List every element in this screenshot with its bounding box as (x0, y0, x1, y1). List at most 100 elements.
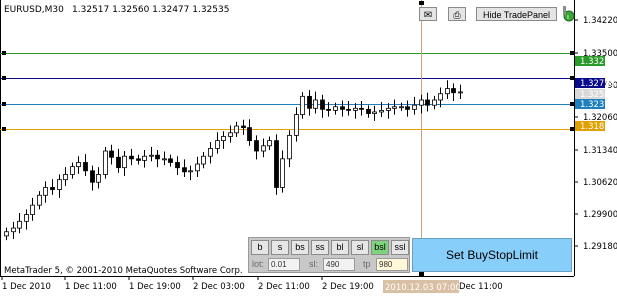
candle-body (372, 111, 377, 114)
candle-body (76, 162, 81, 168)
mail-button[interactable]: ✉ (419, 7, 437, 21)
candle-body (175, 162, 180, 169)
candle-body (122, 155, 127, 169)
candle-body (50, 187, 55, 190)
candle-body (162, 158, 167, 161)
level-line-handle[interactable] (570, 127, 574, 131)
order-type-button-bl[interactable]: bl (331, 240, 349, 255)
price-label-green: 1.33288 (580, 57, 615, 67)
tools-icon[interactable]: ı (561, 6, 575, 22)
candle-body (267, 140, 272, 147)
crosshair-top-marker[interactable] (419, 1, 424, 5)
candle-body (313, 99, 318, 109)
order-type-button-sl[interactable]: sl (351, 240, 369, 255)
order-type-button-bsl[interactable]: bsl (371, 240, 389, 255)
chart-window[interactable]: 1.34220 1.33500 1.32790 1.32060 1.31340 … (0, 0, 617, 295)
candle-body (405, 106, 410, 110)
candle-body (287, 134, 292, 160)
level-line-handle[interactable] (2, 127, 6, 131)
price-tick-label: 1.34220 (583, 16, 617, 26)
candle-body (438, 93, 443, 101)
candle-body (320, 99, 325, 110)
candle-body (129, 155, 134, 160)
order-type-button-b[interactable]: b (251, 240, 269, 255)
lot-field[interactable]: 0.01 (268, 258, 300, 271)
order-type-button-s[interactable]: s (271, 240, 289, 255)
candle-body (419, 99, 424, 106)
candle-body (116, 156, 121, 169)
level-line-handle[interactable] (570, 51, 574, 55)
candle-body (57, 179, 62, 190)
price-label-orange: 1.31818 (580, 122, 615, 132)
candle-body (399, 106, 404, 109)
candle-body (43, 187, 48, 196)
print-button[interactable]: ⎙ (448, 7, 466, 21)
hide-trade-panel-button[interactable]: Hide TradePanel (476, 7, 557, 21)
copyright-text: MetaTrader 5, © 2001-2010 MetaQuotes Sof… (4, 266, 243, 276)
tp-field[interactable]: 980 (376, 258, 408, 271)
candle-body (392, 106, 397, 109)
candle-body (425, 99, 430, 106)
candle-body (96, 174, 101, 183)
price-label-blue: 1.32308 (580, 100, 615, 110)
order-type-button-ss[interactable]: ss (311, 240, 329, 255)
candle-body (274, 140, 279, 188)
lot-label: lot: (252, 259, 265, 269)
tools-icon-graphic: ı (563, 6, 575, 22)
candle-body (208, 148, 213, 157)
candle-body (412, 104, 417, 110)
price-axis: 1.34220 1.33500 1.32790 1.32060 1.31340 … (574, 16, 617, 252)
time-tick-label: 2 Dec 11:00 (258, 282, 310, 292)
time-tick-label: 1 Dec 2010 (2, 282, 51, 292)
candle-body (4, 231, 9, 237)
tools-icon-glyph: ı (567, 13, 569, 21)
candle-body (155, 154, 160, 160)
crosshair-time-label: 2010.12.03 07:00 (385, 283, 461, 293)
candle-body (182, 167, 187, 173)
time-tick-label: 1 Dec 19:00 (129, 282, 181, 292)
time-tick-label: Dec 11:00 (459, 282, 503, 292)
candle-body (221, 136, 226, 142)
candle-body (70, 166, 75, 175)
time-tick-label: 1 Dec 11:00 (65, 282, 117, 292)
plot-background (0, 0, 574, 276)
order-type-button-bs[interactable]: bs (291, 240, 309, 255)
candle-body (201, 155, 206, 165)
candle-body (241, 125, 246, 128)
candle-body (63, 174, 68, 181)
level-line-handle[interactable] (570, 102, 574, 106)
candle-body (451, 88, 456, 94)
candle-body (149, 154, 154, 157)
sl-field[interactable]: 490 (323, 258, 355, 271)
candle-body (37, 194, 42, 206)
price-label-navy: 1.32798 (580, 79, 615, 89)
candle-body (24, 214, 29, 222)
candle-body (17, 220, 22, 229)
candle-body (379, 110, 384, 113)
set-buy-stop-limit-button[interactable]: Set BuyStopLimit (412, 238, 572, 272)
candle-body (168, 158, 173, 163)
level-line-handle[interactable] (570, 76, 574, 80)
candle-body (254, 140, 259, 152)
price-tick-label: 1.31340 (583, 146, 617, 156)
crosshair-bottom-marker[interactable] (419, 272, 424, 276)
order-type-button-ssl[interactable]: ssl (391, 240, 409, 255)
tp-label: tp (363, 259, 371, 269)
candle-body (103, 150, 108, 175)
price-tick-label: 1.29180 (583, 242, 617, 252)
level-line-handle[interactable] (2, 51, 6, 55)
candle-body (109, 150, 114, 158)
candle-body (300, 95, 305, 115)
candle-body (83, 162, 88, 172)
candle-body (11, 227, 16, 233)
level-line-handle[interactable] (2, 76, 6, 80)
time-axis: 1 Dec 2010 1 Dec 11:00 1 Dec 19:00 2 Dec… (1, 276, 503, 293)
level-line-handle[interactable] (2, 102, 6, 106)
candle-body (261, 145, 266, 152)
candle-body (294, 114, 299, 136)
candle-body (195, 163, 200, 172)
time-tick-label: 2 Dec 03:00 (193, 282, 245, 292)
candle-body (188, 170, 193, 173)
trade-panel: b s bs ss bl sl bsl ssl lot: 0.01 sl: 490 tp 98… (248, 237, 410, 273)
candle-body (30, 204, 35, 215)
